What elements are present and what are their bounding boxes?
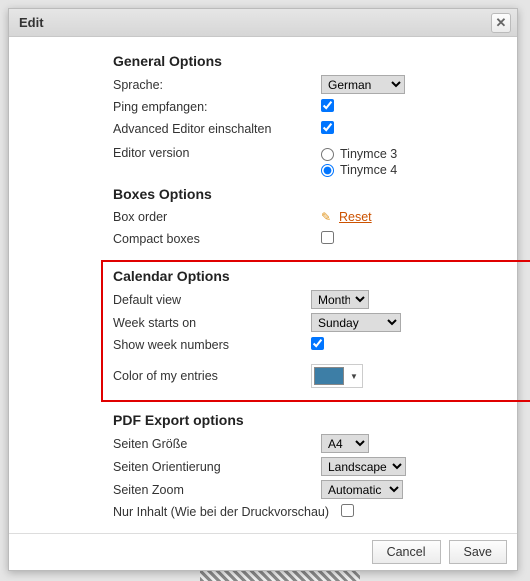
color-entries-label: Color of my entries [113,369,311,383]
calendar-options-highlight: Calendar Options Default view Month Week… [101,260,530,402]
dialog-title: Edit [19,15,44,30]
advanced-editor-checkbox[interactable] [321,121,334,134]
dialog-titlebar: Edit ✕ [9,9,517,37]
default-view-label: Default view [113,293,311,307]
only-content-label: Nur Inhalt (Wie bei der Druckvorschau) [113,505,341,519]
orientation-select[interactable]: Landscape [321,457,406,476]
ping-checkbox[interactable] [321,99,334,112]
show-week-numbers-label: Show week numbers [113,338,311,352]
editor-version-radio-tinymce3[interactable] [321,148,334,161]
box-order-label: Box order [113,210,321,224]
compact-boxes-label: Compact boxes [113,232,321,246]
section-pdf-heading: PDF Export options [113,412,501,428]
ping-label: Ping empfangen: [113,100,321,114]
language-select[interactable]: German [321,75,405,94]
only-content-checkbox[interactable] [341,504,354,517]
editor-version-radio-label-1: Tinymce 4 [340,163,397,177]
zoom-label: Seiten Zoom [113,483,321,497]
show-week-numbers-checkbox[interactable] [311,337,324,350]
dialog-content: General Options Sprache: German Ping emp… [9,37,517,570]
editor-version-radio-tinymce4[interactable] [321,164,334,177]
save-button[interactable]: Save [449,540,508,564]
editor-version-radio-label-0: Tinymce 3 [340,147,397,161]
default-view-select[interactable]: Month [311,290,369,309]
pencil-icon: ✎ [321,210,335,224]
close-button[interactable]: ✕ [491,13,511,33]
reset-link[interactable]: Reset [339,210,372,224]
edit-dialog: Edit ✕ General Options Sprache: German [8,8,518,571]
language-label: Sprache: [113,78,321,92]
editor-version-label: Editor version [113,146,321,160]
chevron-down-icon: ▼ [350,372,358,381]
week-starts-select[interactable]: Sunday [311,313,401,332]
section-calendar-heading: Calendar Options [113,268,530,284]
page-size-select[interactable]: A4 [321,434,369,453]
zoom-select[interactable]: Automatic [321,480,403,499]
orientation-label: Seiten Orientierung [113,460,321,474]
advanced-editor-label: Advanced Editor einschalten [113,122,321,136]
section-boxes-heading: Boxes Options [113,186,501,202]
page-size-label: Seiten Größe [113,437,321,451]
color-swatch [314,367,344,385]
close-icon: ✕ [496,15,507,31]
dialog-footer: Cancel Save [9,533,517,570]
color-entries-picker[interactable]: ▼ [311,364,363,388]
cancel-button[interactable]: Cancel [372,540,441,564]
section-general-heading: General Options [113,53,501,69]
week-starts-label: Week starts on [113,316,311,330]
compact-boxes-checkbox[interactable] [321,231,334,244]
